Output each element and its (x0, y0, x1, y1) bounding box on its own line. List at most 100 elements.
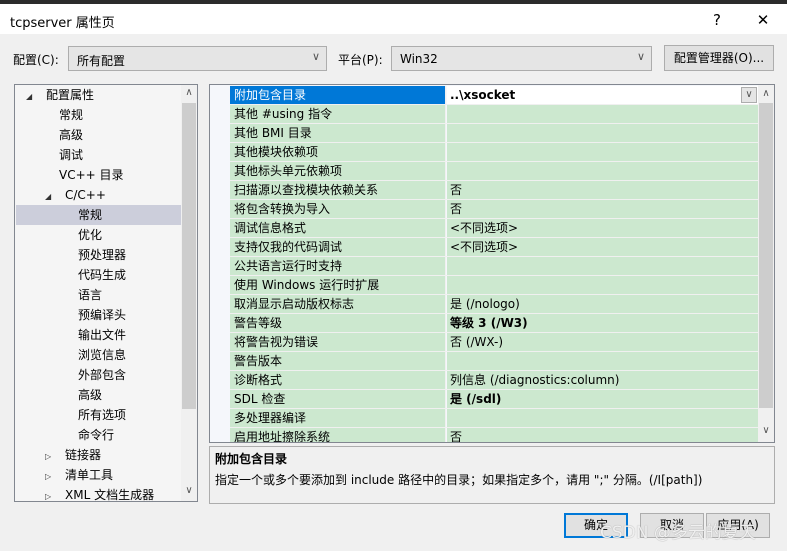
tree-item[interactable]: 外部包含 (16, 365, 181, 385)
collapsed-triangle-icon[interactable]: ▷ (45, 487, 57, 501)
property-name[interactable]: 其他模块依赖项 (230, 143, 446, 161)
property-name[interactable]: 扫描源以查找模块依赖关系 (230, 181, 446, 199)
tree-item[interactable]: 预处理器 (16, 245, 181, 265)
property-value[interactable]: 是 (/sdl) (447, 390, 758, 408)
property-row[interactable]: 附加包含目录 ..\xsocket ∨ (230, 86, 758, 105)
tree-item[interactable]: 所有选项 (16, 405, 181, 425)
tree-item[interactable]: 代码生成 (16, 265, 181, 285)
property-name[interactable]: 支持仅我的代码调试 (230, 238, 446, 256)
property-name[interactable]: 多处理器编译 (230, 409, 446, 427)
property-value[interactable]: 否 (/WX-) (447, 333, 758, 351)
property-name[interactable]: 公共语言运行时支持 (230, 257, 446, 275)
property-row[interactable]: 警告版本 (230, 352, 758, 371)
property-value[interactable] (447, 276, 758, 294)
property-value[interactable]: 否 (447, 428, 758, 442)
property-value[interactable] (447, 352, 758, 370)
property-name[interactable]: 将警告视为错误 (230, 333, 446, 351)
property-name[interactable]: 取消显示启动版权标志 (230, 295, 446, 313)
property-row[interactable]: 公共语言运行时支持 (230, 257, 758, 276)
config-select[interactable]: 所有配置 ∨ (68, 46, 327, 71)
expanded-triangle-icon[interactable]: ◢ (45, 187, 57, 207)
property-name[interactable]: 其他标头单元依赖项 (230, 162, 446, 180)
property-value[interactable]: 列信息 (/diagnostics:column) (447, 371, 758, 389)
grid-scrollbar[interactable]: ∧ ∨ (758, 85, 774, 442)
property-name[interactable]: 启用地址擦除系统 (230, 428, 446, 442)
tree-item[interactable]: 浏览信息 (16, 345, 181, 365)
property-name[interactable]: 其他 BMI 目录 (230, 124, 446, 142)
property-value[interactable] (447, 143, 758, 161)
tree-item[interactable]: ▷ 清单工具 (16, 465, 181, 485)
property-row[interactable]: 将警告视为错误否 (/WX-) (230, 333, 758, 352)
scroll-up-icon[interactable]: ∧ (181, 87, 197, 98)
scroll-up-icon[interactable]: ∧ (758, 88, 774, 99)
property-name[interactable]: 附加包含目录 (230, 86, 446, 104)
property-name[interactable]: 警告版本 (230, 352, 446, 370)
tree-item[interactable]: 高级 (16, 125, 181, 145)
property-name[interactable]: 使用 Windows 运行时扩展 (230, 276, 446, 294)
close-button[interactable]: ✕ (748, 8, 778, 32)
property-name[interactable]: 将包含转换为导入 (230, 200, 446, 218)
tree-item[interactable]: 调试 (16, 145, 181, 165)
property-row[interactable]: 诊断格式 列信息 (/diagnostics:column) (230, 371, 758, 390)
property-row[interactable]: 警告等级 等级 3 (/W3) (230, 314, 758, 333)
property-value[interactable]: <不同选项> (447, 238, 758, 256)
apply-button[interactable]: 应用(A) (706, 513, 770, 538)
property-name[interactable]: 诊断格式 (230, 371, 446, 389)
property-value[interactable] (447, 257, 758, 275)
property-value[interactable]: 否 (447, 181, 758, 199)
tree-item[interactable]: 命令行 (16, 425, 181, 445)
config-manager-button[interactable]: 配置管理器(O)... (664, 45, 774, 71)
property-row[interactable]: 其他 BMI 目录 (230, 124, 758, 143)
property-row[interactable]: 将包含转换为导入否 (230, 200, 758, 219)
property-value[interactable]: 否 (447, 200, 758, 218)
scroll-thumb[interactable] (759, 103, 773, 408)
tree-item[interactable]: 预编译头 (16, 305, 181, 325)
property-name[interactable]: 调试信息格式 (230, 219, 446, 237)
tree-item[interactable]: 常规 (16, 105, 181, 125)
property-value[interactable]: 等级 3 (/W3) (447, 314, 758, 332)
property-row[interactable]: 取消显示启动版权标志是 (/nologo) (230, 295, 758, 314)
property-row[interactable]: 调试信息格式 <不同选项> (230, 219, 758, 238)
value-dropdown-icon[interactable]: ∨ (741, 87, 757, 103)
scroll-down-icon[interactable]: ∨ (181, 485, 197, 496)
property-value[interactable] (447, 162, 758, 180)
scroll-down-icon[interactable]: ∨ (758, 425, 774, 436)
expanded-triangle-icon[interactable]: ◢ (26, 87, 38, 107)
tree-item[interactable]: ▷ XML 文档生成器 (16, 485, 181, 501)
cancel-button[interactable]: 取消 (640, 513, 704, 538)
property-row[interactable]: 使用 Windows 运行时扩展 (230, 276, 758, 295)
property-value[interactable]: <不同选项> (447, 219, 758, 237)
property-row[interactable]: 其他标头单元依赖项 (230, 162, 758, 181)
tree-item[interactable]: ◢ C/C++ (16, 185, 181, 205)
property-value[interactable] (447, 124, 758, 142)
ok-button[interactable]: 确定 (564, 513, 628, 538)
tree-item[interactable]: ◢ 配置属性 (16, 85, 181, 105)
property-row[interactable]: 启用地址擦除系统否 (230, 428, 758, 442)
property-name[interactable]: 警告等级 (230, 314, 446, 332)
property-name[interactable]: 其他 #using 指令 (230, 105, 446, 123)
platform-select[interactable]: Win32 ∨ (391, 46, 652, 71)
tree-item[interactable]: 常规 (16, 205, 181, 225)
tree-item[interactable]: 优化 (16, 225, 181, 245)
property-row[interactable]: 其他模块依赖项 (230, 143, 758, 162)
property-value[interactable] (447, 105, 758, 123)
tree-scrollbar[interactable]: ∧ ∨ (181, 85, 197, 501)
collapsed-triangle-icon[interactable]: ▷ (45, 467, 57, 487)
tree-item[interactable]: 语言 (16, 285, 181, 305)
scroll-thumb[interactable] (182, 103, 196, 409)
property-row[interactable]: SDL 检查是 (/sdl) (230, 390, 758, 409)
property-row[interactable]: 扫描源以查找模块依赖关系否 (230, 181, 758, 200)
tree-item[interactable]: 高级 (16, 385, 181, 405)
tree-item[interactable]: ▷ 链接器 (16, 445, 181, 465)
property-row[interactable]: 多处理器编译 (230, 409, 758, 428)
tree-item[interactable]: 输出文件 (16, 325, 181, 345)
collapsed-triangle-icon[interactable]: ▷ (45, 447, 57, 467)
property-row[interactable]: 其他 #using 指令 (230, 105, 758, 124)
tree-item[interactable]: VC++ 目录 (16, 165, 181, 185)
property-name[interactable]: SDL 检查 (230, 390, 446, 408)
help-button[interactable]: ? (702, 8, 732, 32)
property-value[interactable]: ..\xsocket (447, 86, 758, 104)
property-value[interactable]: 是 (/nologo) (447, 295, 758, 313)
property-row[interactable]: 支持仅我的代码调试 <不同选项> (230, 238, 758, 257)
property-value[interactable] (447, 409, 758, 427)
